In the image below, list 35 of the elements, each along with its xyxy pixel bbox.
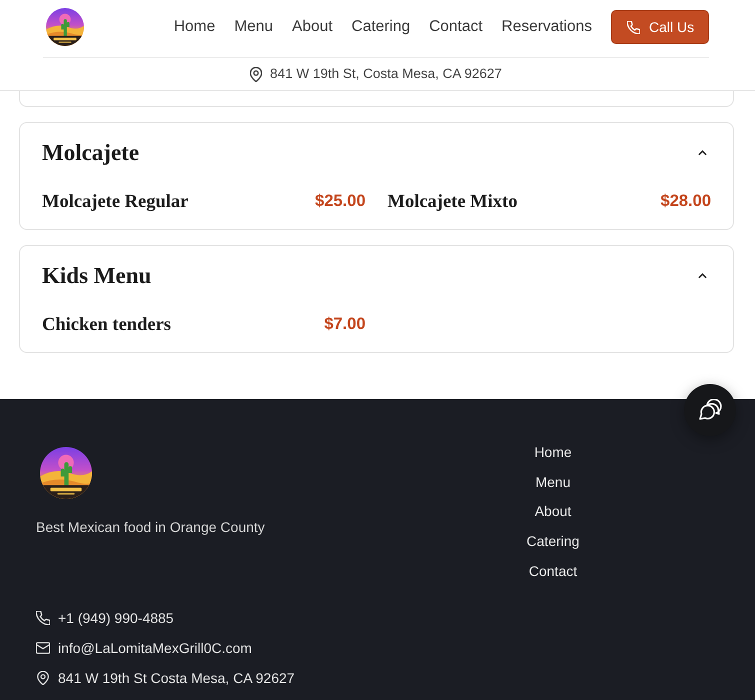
phone-icon xyxy=(36,610,50,625)
location-pin-icon xyxy=(250,66,262,82)
footer-link[interactable]: Contact xyxy=(528,560,578,581)
address-text: 841 W 19th St, Costa Mesa, CA 92627 xyxy=(270,65,502,83)
nav-link[interactable]: Reservations xyxy=(502,17,592,37)
section-title: Molcajete xyxy=(42,139,140,167)
contact-text: +1 (949) 990-4885 xyxy=(58,608,174,628)
contact-text[interactable]: info@LaLomitaMexGrill0C.com xyxy=(58,638,252,658)
dish-price: $25.00 xyxy=(315,190,366,212)
nav-link[interactable]: About xyxy=(292,17,333,37)
location-pin-icon xyxy=(36,670,50,685)
footer-link[interactable]: Catering xyxy=(526,531,580,552)
dish-name: Molcajete Mixto xyxy=(388,191,518,214)
section-title: Kids Menu xyxy=(42,262,152,290)
contact-text: 841 W 19th St Costa Mesa, CA 92627 xyxy=(58,668,295,688)
nav-link[interactable]: Contact xyxy=(429,17,483,37)
call-us-button[interactable]: Call Us xyxy=(611,10,709,44)
tagline: Best Mexican food in Orange County xyxy=(36,518,266,537)
dish-name: Molcajete Regular xyxy=(42,191,188,214)
chat-bubbles-icon xyxy=(698,399,722,421)
nav-link[interactable]: Menu xyxy=(234,17,273,37)
footer-link[interactable]: About xyxy=(534,501,572,522)
nav-link[interactable]: Home xyxy=(174,17,216,37)
dish-name: Chicken tenders xyxy=(42,314,171,337)
footer-link[interactable]: Home xyxy=(534,442,572,462)
chevron-icon[interactable] xyxy=(698,273,707,279)
nav-link[interactable]: Catering xyxy=(352,17,410,37)
dish-price: $7.00 xyxy=(324,314,366,334)
mail-icon xyxy=(36,640,50,655)
chevron-icon[interactable] xyxy=(698,150,707,156)
footer-link[interactable]: Menu xyxy=(535,472,571,492)
cactus-logo-icon xyxy=(40,447,92,499)
cactus-logo-icon[interactable] xyxy=(46,8,84,46)
dish-price: $28.00 xyxy=(660,190,711,212)
phone-icon xyxy=(627,20,640,34)
